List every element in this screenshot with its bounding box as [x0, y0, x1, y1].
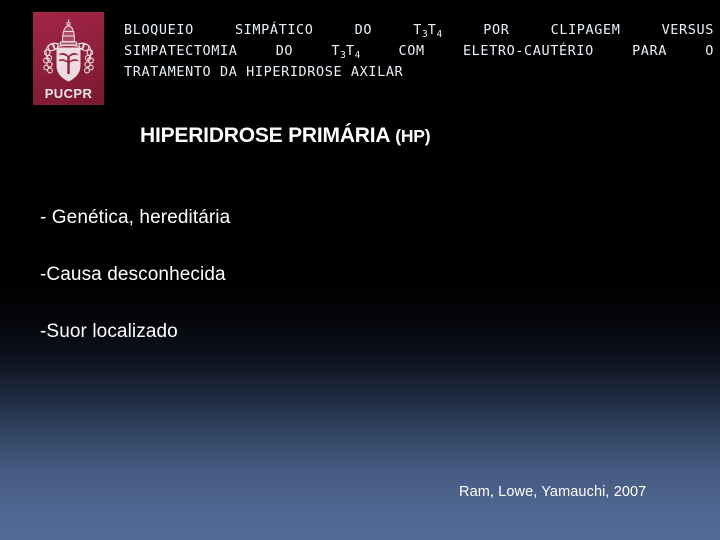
title-word: O: [705, 43, 714, 59]
title-word: SIMPATECTOMIA: [124, 43, 238, 59]
section-heading: HIPERIDROSE PRIMÁRIA (HP): [140, 124, 431, 148]
section-heading-main: HIPERIDROSE PRIMÁRIA: [140, 124, 396, 147]
bullet-item: -Causa desconhecida: [40, 264, 226, 285]
title-word: SIMPÁTICO: [234, 22, 314, 38]
title-word: BLOQUEIO: [124, 22, 194, 38]
title-word: POR: [483, 22, 510, 38]
title-word: PARA: [632, 43, 667, 59]
slide-content: PUCPR BLOQUEIO SIMPÁTICO DO T3T4 POR CLIPAGEM…: [0, 0, 720, 540]
title-word: COM: [398, 43, 425, 59]
title-line-3: TRATAMENTO DA HIPERIDROSE AXILAR: [124, 64, 404, 80]
title-word: VERSUS: [661, 22, 714, 38]
bullet-item: -Suor localizado: [40, 321, 178, 342]
title-word: CLIPAGEM: [550, 22, 621, 38]
title-word: DO: [275, 43, 294, 59]
title-word-t3t4: T3T4: [331, 43, 361, 61]
pucpr-logo: PUCPR: [33, 12, 104, 105]
presentation-slide: PUCPR BLOQUEIO SIMPÁTICO DO T3T4 POR CLIPAGEM…: [0, 0, 720, 540]
title-word: DO: [354, 22, 373, 38]
source-citation: Ram, Lowe, Yamauchi, 2007: [459, 484, 647, 500]
title-word: ELETRO-CAUTÉRIO: [462, 43, 594, 59]
logo-caption: PUCPR: [44, 86, 93, 101]
presentation-title: BLOQUEIO SIMPÁTICO DO T3T4 POR CLIPAGEM VERSUS…: [124, 20, 714, 83]
title-word-t3t4: T3T4: [413, 22, 443, 40]
bullet-item: - Genética, hereditária: [40, 207, 231, 228]
bullet-list: - Genética, hereditária -Causa desconhec…: [40, 206, 640, 377]
title-line-2: SIMPATECTOMIA DO T3T4 COM ELETRO-CAUTÉRIO PAR…: [124, 41, 714, 62]
pucpr-crest-icon: [43, 19, 94, 82]
title-line-1: BLOQUEIO SIMPÁTICO DO T3T4 POR CLIPAGEM VERSUS: [124, 20, 714, 41]
section-heading-abbrev: (HP): [395, 126, 431, 146]
